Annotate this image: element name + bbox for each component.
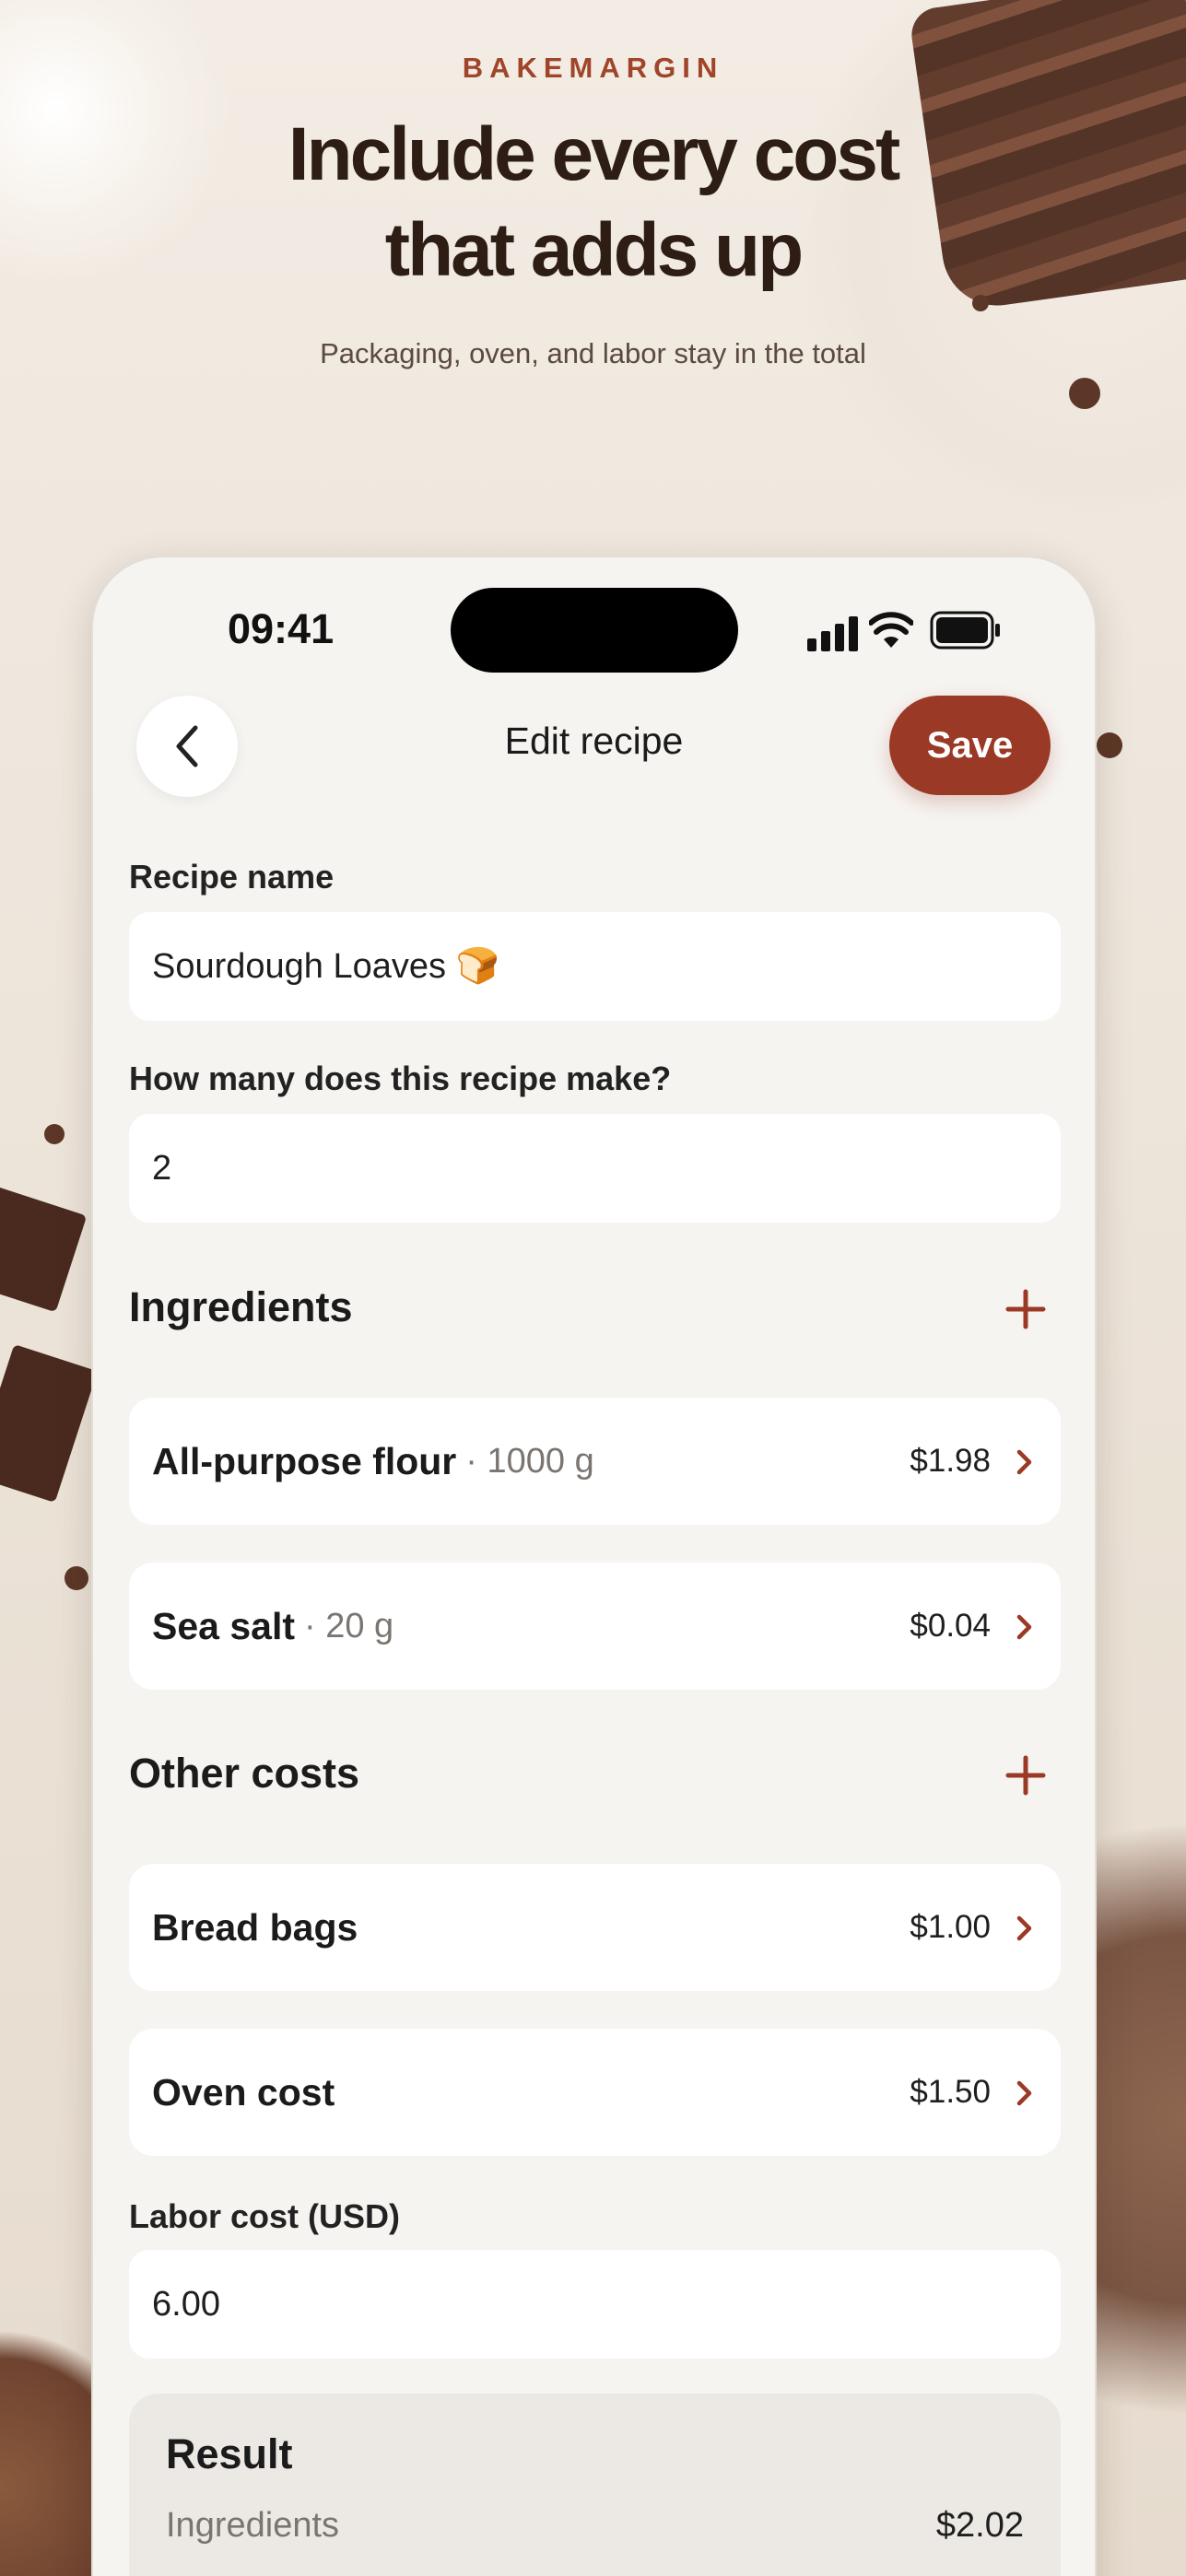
other-cost-price: $1.00 — [910, 1909, 991, 1945]
add-ingredient-plus-icon[interactable] — [1005, 1289, 1046, 1329]
chevron-right-icon — [1016, 2080, 1032, 2106]
battery-icon — [930, 611, 1000, 650]
cellular-signal-icon — [807, 616, 858, 651]
ingredient-price: $1.98 — [910, 1443, 991, 1479]
ingredients-heading: Ingredients — [129, 1283, 353, 1330]
wifi-icon — [869, 612, 913, 648]
subline: Packaging, oven, and labor stay in the t… — [320, 337, 866, 369]
crumb — [1097, 732, 1122, 758]
brand-name: BAKEMARGIN — [462, 52, 724, 84]
status-bar: 09:41 — [93, 557, 1095, 696]
other-cost-row[interactable]: Bread bags $1.00 — [129, 1864, 1061, 1991]
recipe-name-field[interactable]: Sourdough Loaves 🍞 — [129, 912, 1061, 1021]
yield-label: How many does this recipe make? — [129, 1060, 672, 1097]
ingredient-row[interactable]: Sea salt · 20 g $0.04 — [129, 1563, 1061, 1690]
other-cost-name: Bread bags — [152, 1905, 358, 1949]
result-row-label: Ingredients — [166, 2506, 340, 2545]
headline: Include every cost that adds up — [0, 107, 1186, 299]
ingredient-row[interactable]: All-purpose flour · 1000 g $1.98 — [129, 1398, 1061, 1525]
result-row-value: $2.02 — [935, 2506, 1024, 2545]
dynamic-island — [451, 588, 738, 673]
other-cost-row[interactable]: Oven cost $1.50 — [129, 2029, 1061, 2156]
ingredient-name: All-purpose flour — [152, 1439, 457, 1482]
chevron-right-icon — [1016, 1449, 1032, 1475]
other-cost-price: $1.50 — [910, 2074, 991, 2110]
status-time: 09:41 — [228, 605, 335, 652]
other-cost-name: Oven cost — [152, 2070, 335, 2113]
result-card: Result Ingredients $2.02 — [129, 2394, 1061, 2576]
nav-bar: Edit recipe Save — [93, 696, 1095, 806]
add-other-cost-plus-icon[interactable] — [1005, 1755, 1046, 1796]
labor-cost-field[interactable]: 6.00 — [129, 2250, 1061, 2359]
crumb — [1069, 378, 1100, 409]
other-costs-heading: Other costs — [129, 1750, 360, 1797]
crumb — [65, 1566, 88, 1590]
crumb — [44, 1124, 65, 1144]
save-button[interactable]: Save — [889, 696, 1051, 795]
hero-section: BAKEMARGIN Include every cost that adds … — [0, 52, 1186, 370]
labor-cost-label: Labor cost (USD) — [129, 2197, 401, 2235]
result-title: Result — [166, 2430, 293, 2477]
recipe-name-label: Recipe name — [129, 858, 335, 896]
chevron-right-icon — [1016, 1614, 1032, 1640]
headline-line-2: that adds up — [384, 208, 804, 292]
ingredient-qty: · 20 g — [304, 1606, 394, 1645]
yield-field[interactable]: 2 — [129, 1114, 1061, 1223]
ingredient-price: $0.04 — [910, 1608, 991, 1644]
ingredient-qty: · 1000 g — [465, 1441, 594, 1481]
headline-line-1: Include every cost — [288, 112, 901, 196]
ingredient-name: Sea salt — [152, 1604, 295, 1647]
chevron-right-icon — [1016, 1915, 1032, 1941]
phone-screen: 09:41 Edit recipe Save Recipe name Sourd… — [91, 556, 1097, 2576]
